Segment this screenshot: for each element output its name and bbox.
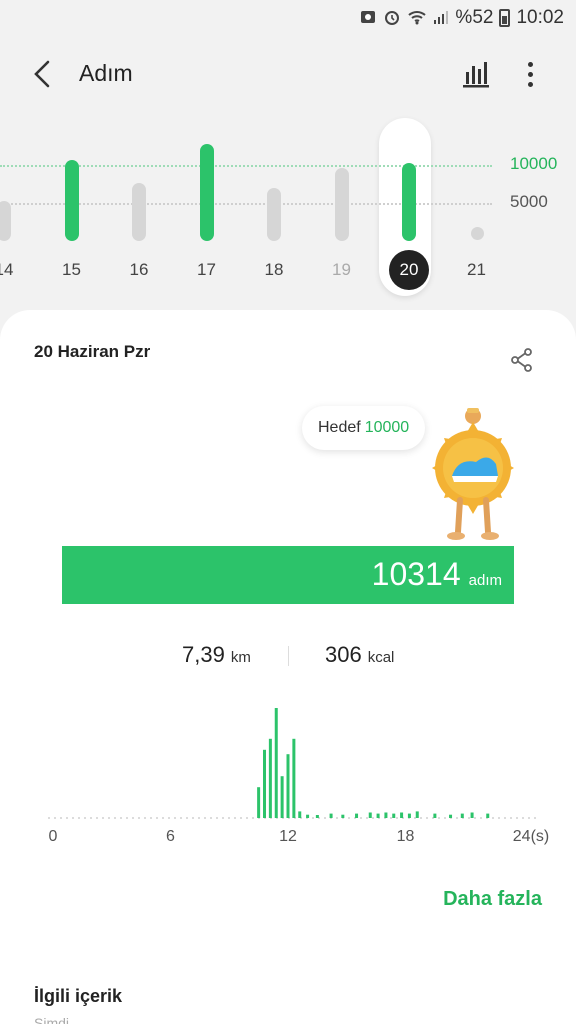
distance-stat: 7,39 km <box>182 642 251 668</box>
more-vert-icon <box>527 61 533 67</box>
status-time: 10:02 <box>516 7 564 28</box>
day-label: 15 <box>62 260 81 279</box>
x-tick-label: 0 <box>48 828 58 845</box>
hourly-bar <box>286 754 290 818</box>
hourly-bar <box>376 813 380 818</box>
related-content-title: İlgili içerik <box>34 986 123 1006</box>
hourly-bar <box>407 813 411 818</box>
goal-bubble: Hedef 10000 <box>302 406 426 450</box>
x-tick-label: 12 <box>279 828 297 845</box>
wifi-icon <box>407 9 427 28</box>
day-bar <box>0 201 11 241</box>
goal-value: 10000 <box>364 419 410 436</box>
hourly-bar <box>292 738 296 818</box>
hourly-chart-plot <box>48 708 540 819</box>
activity-stats: 7,39 km 306 kcal <box>0 642 576 672</box>
hourly-bar <box>274 708 278 818</box>
trends-button[interactable] <box>460 58 492 90</box>
hourly-bar <box>268 738 272 818</box>
day-label: 17 <box>197 260 216 279</box>
goal-progress-bar: 10314 adım <box>62 546 514 604</box>
x-tick-label: 24(s) <box>512 828 550 845</box>
hourly-bar <box>470 812 474 818</box>
page-title: Adım <box>79 60 133 86</box>
day-label: 14 <box>0 260 14 279</box>
weekly-steps-chart: 10000 5000 14 15 16 17 18 19 20 21 <box>0 110 576 300</box>
day-bar <box>402 162 416 241</box>
distance-value: 7,39 <box>182 642 225 667</box>
day-column-20[interactable]: 20 <box>389 110 429 300</box>
hourly-bar <box>315 815 319 818</box>
back-button[interactable] <box>28 56 60 92</box>
calories-unit: kcal <box>367 649 395 666</box>
no-data-dot <box>470 227 484 240</box>
calories-stat: 306 kcal <box>325 642 394 668</box>
photo-icon <box>359 8 377 29</box>
share-button[interactable] <box>508 346 536 374</box>
calories-value: 306 <box>325 642 362 667</box>
status-bar: %52 10:02 <box>0 0 576 36</box>
hourly-steps-chart: 0 6 12 18 24(s) <box>40 700 550 860</box>
day-label: 16 <box>129 260 149 279</box>
x-tick-label: 6 <box>166 828 175 845</box>
day-label: 18 <box>264 260 284 279</box>
hourly-bar <box>280 776 284 818</box>
goal-reference-label: 10000 <box>510 154 558 173</box>
x-tick-label: 18 <box>396 828 415 845</box>
hourly-bar <box>486 813 490 818</box>
hourly-bar <box>263 749 266 818</box>
battery-icon <box>499 9 511 27</box>
app-bar: Adım <box>0 48 576 100</box>
hourly-bar <box>400 812 404 818</box>
stats-divider <box>288 646 289 666</box>
hourly-bar <box>298 811 302 818</box>
back-arrow-icon <box>34 60 50 88</box>
day-column-14[interactable]: 14 <box>0 110 24 300</box>
day-label: 20 <box>389 250 429 290</box>
hourly-bar <box>415 811 419 818</box>
day-column-17[interactable]: 17 <box>187 110 227 300</box>
more-options-button[interactable] <box>518 58 542 90</box>
selected-date: 20 Haziran Pzr <box>34 342 151 361</box>
hourly-chart-x-axis: 0 6 12 18 24(s) <box>40 828 550 852</box>
day-label: 19 <box>332 260 351 279</box>
day-bar <box>199 144 214 241</box>
day-column-15[interactable]: 15 <box>52 110 92 300</box>
day-bar <box>334 168 349 241</box>
day-column-18[interactable]: 18 <box>254 110 294 300</box>
hourly-bar <box>257 787 261 818</box>
hourly-bar <box>306 814 310 818</box>
more-details-link[interactable]: Daha fazla <box>443 888 542 911</box>
hourly-bar <box>329 813 333 818</box>
hourly-bar <box>341 814 345 818</box>
goal-label: Hedef <box>318 419 361 436</box>
alarm-icon <box>383 8 401 29</box>
bar-chart-icon <box>463 62 489 88</box>
related-content-subtitle: Şimdi <box>34 1015 70 1024</box>
day-bar <box>267 187 281 241</box>
steps-value: 10314 <box>371 556 461 592</box>
hourly-bar <box>355 813 359 818</box>
steps-total: 10314 adım <box>372 556 502 593</box>
hourly-bar <box>392 813 396 818</box>
day-bar <box>64 160 79 241</box>
sun-runner-mascot-icon <box>432 408 514 540</box>
day-label: 21 <box>467 260 486 279</box>
battery-percent: %52 <box>455 7 494 28</box>
hourly-bar <box>449 814 453 818</box>
hourly-bar <box>384 812 388 818</box>
day-column-19[interactable]: 19 <box>322 110 362 300</box>
hourly-bar <box>460 813 464 818</box>
distance-unit: km <box>230 649 251 666</box>
hourly-bar <box>368 812 372 818</box>
day-column-16[interactable]: 16 <box>119 110 159 300</box>
day-column-21[interactable]: 21 <box>457 110 497 300</box>
steps-unit: adım <box>468 572 502 589</box>
hourly-bar <box>433 813 437 818</box>
day-bar <box>132 183 146 241</box>
share-icon <box>511 348 532 372</box>
daily-detail-card: 20 Haziran Pzr Hedef 10000 10314 adım 7,… <box>0 310 576 1024</box>
signal-icon <box>433 9 449 28</box>
half-goal-reference-label: 5000 <box>510 192 548 211</box>
